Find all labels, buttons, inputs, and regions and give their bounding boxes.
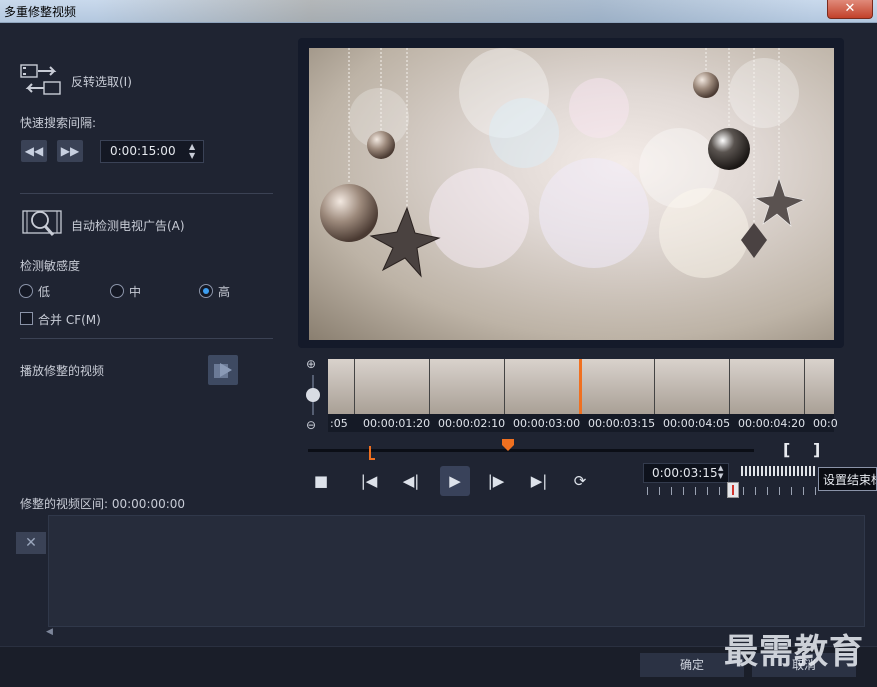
current-time-field[interactable]: 0:00:03:15 ▲ ▼ [643, 463, 729, 483]
invert-selection-label[interactable]: 反转选取(I) [71, 73, 132, 90]
auto-detect-icon[interactable] [22, 205, 64, 239]
zoom-slider-handle[interactable] [306, 388, 320, 402]
sensitivity-low-radio[interactable] [19, 284, 33, 298]
timecode: 00:00:03:15 [588, 417, 656, 430]
jog-wheel-handle[interactable] [727, 482, 739, 498]
zoom-in-icon[interactable]: ⊕ [306, 357, 316, 371]
delete-clip-button[interactable]: ✕ [16, 532, 46, 554]
time-spinner-icon[interactable]: ▲ ▼ [718, 464, 723, 480]
set-end-bracket-button[interactable]: ] [813, 440, 820, 459]
quick-search-interval-field[interactable]: 0:00:15:00 ▲ ▼ [100, 140, 204, 163]
timecode: 00:00:01:20 [363, 417, 431, 430]
timecode: 00:00:02:10 [438, 417, 506, 430]
video-preview[interactable] [309, 48, 834, 340]
quick-search-interval-value[interactable]: 0:00:15:00 [110, 144, 176, 158]
tooltip: 设置结束标 [818, 467, 877, 491]
divider [20, 193, 273, 194]
play-trimmed-button[interactable] [208, 355, 238, 385]
timecode: 00:00:04:05 [663, 417, 731, 430]
timeline-timecodes: :05 00:00:01:20 00:00:02:10 00:00:03:00 … [328, 414, 838, 432]
zoom-out-icon[interactable]: ⊖ [306, 418, 316, 432]
shuttle-control[interactable] [741, 466, 817, 476]
play-button[interactable]: ▶ [440, 466, 470, 496]
trimmed-interval-label: 修整的视频区间: 00:00:00:00 [20, 497, 186, 511]
play-trimmed-label: 播放修整的视频 [20, 364, 105, 378]
sensitivity-high-radio[interactable] [199, 284, 213, 298]
window-title: 多重修整视频 [4, 5, 77, 19]
go-to-start-button[interactable]: |◀ [356, 468, 382, 494]
next-frame-button[interactable]: |▶ [483, 468, 509, 494]
timeline-strip[interactable] [328, 359, 834, 414]
watermark-text: 最需教育 [724, 632, 864, 672]
previous-frame-button[interactable]: ◀| [398, 468, 424, 494]
go-to-end-button[interactable]: ▶| [526, 468, 552, 494]
timecode: 00:00:04:20 [738, 417, 806, 430]
auto-detect-label[interactable]: 自动检测电视广告(A) [71, 217, 185, 234]
set-start-bracket-button[interactable]: [ [783, 440, 790, 459]
divider [20, 338, 273, 339]
interval-spinner-icon[interactable]: ▲ ▼ [189, 142, 195, 160]
sensitivity-medium-radio[interactable] [110, 284, 124, 298]
title-bar-background [95, 0, 815, 22]
timecode: 00:0 [813, 417, 838, 430]
timecode: 00:00:03:00 [513, 417, 581, 430]
current-time-value[interactable]: 0:00:03:15 [652, 466, 718, 480]
close-button[interactable]: ✕ [827, 0, 873, 19]
title-bar: 多重修整视频 ✕ [0, 0, 877, 23]
timecode: :05 [330, 417, 348, 430]
mark-in-marker[interactable] [369, 446, 375, 460]
fast-forward-button[interactable]: ▶▶ [57, 140, 83, 162]
repeat-icon[interactable]: ⟳ [567, 468, 593, 494]
merge-cf-checkbox[interactable] [20, 312, 33, 325]
play-film-icon [214, 363, 232, 378]
stop-button[interactable]: ■ [308, 468, 334, 494]
sensitivity-high-label[interactable]: 高 [218, 283, 230, 300]
sensitivity-low-label[interactable]: 低 [38, 283, 50, 300]
sensitivity-medium-label[interactable]: 中 [129, 283, 141, 300]
merge-cf-label[interactable]: 合并 CF(M) [38, 311, 101, 328]
scrub-handle[interactable] [501, 438, 515, 452]
invert-selection-icon[interactable] [20, 62, 62, 98]
timeline-playhead[interactable] [579, 359, 582, 414]
rewind-button[interactable]: ◀◀ [21, 140, 47, 162]
sensitivity-label: 检测敏感度 [20, 259, 81, 273]
ornament-decorations [320, 48, 805, 278]
trimmed-clips-list[interactable] [48, 515, 865, 627]
quick-search-label: 快速搜索间隔: [20, 116, 97, 130]
scroll-left-icon[interactable]: ◀ [46, 627, 53, 637]
